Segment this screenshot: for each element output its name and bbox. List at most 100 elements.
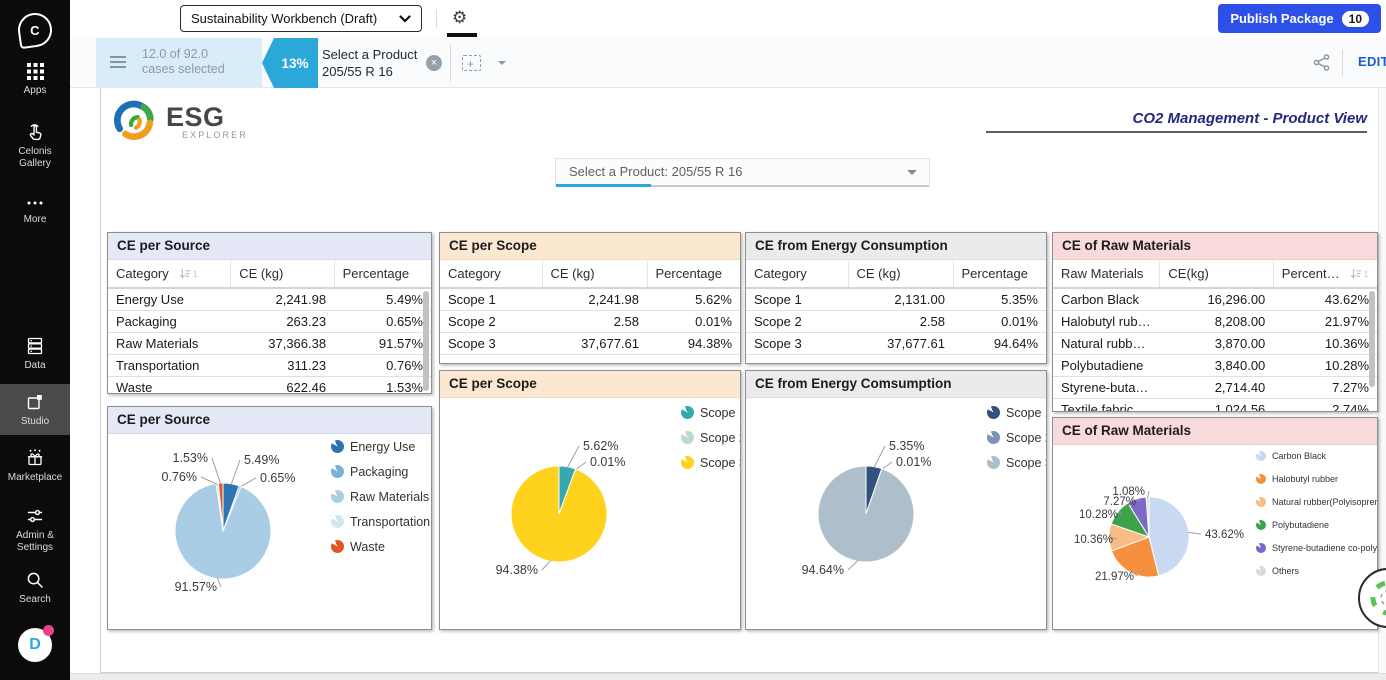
- column-header-category[interactable]: Category: [746, 259, 848, 288]
- table-scrollbar-thumb[interactable]: [1369, 291, 1375, 387]
- legend-item-raw-materials[interactable]: Raw Materials: [331, 489, 430, 504]
- column-header-category[interactable]: Category1: [108, 259, 231, 288]
- product-select-dropdown[interactable]: Select a Product: 205/55 R 16: [555, 158, 930, 186]
- selection-percentage-tag[interactable]: 13%: [262, 38, 318, 88]
- legend-item-scope-2[interactable]: Scope 2: [681, 430, 741, 445]
- table-row[interactable]: Styrene-buta…2,714.407.27%: [1053, 377, 1377, 399]
- sidebar-item-apps[interactable]: Apps: [0, 62, 70, 97]
- sidebar-item-celonis-gallery[interactable]: Celonis Gallery: [0, 122, 70, 170]
- menu-hamburger-icon[interactable]: [110, 56, 126, 71]
- page-title: CO2 Management - Product View: [986, 110, 1367, 133]
- column-header-ce-kg[interactable]: CE (kg): [848, 259, 953, 288]
- legend-label: Scope 1: [700, 406, 741, 420]
- legend-item-polybutadiene[interactable]: Polybutadiene: [1256, 519, 1378, 531]
- sort-icon: 1: [1350, 268, 1369, 280]
- row-category-cell: Energy Use: [108, 288, 231, 311]
- legend-item-packaging[interactable]: Packaging: [331, 464, 430, 479]
- column-header-ce-kg[interactable]: CE (kg): [542, 259, 647, 288]
- pie-percentage-label: 21.97%: [1095, 571, 1134, 583]
- legend-item-waste[interactable]: Waste: [331, 539, 430, 554]
- table-row[interactable]: Scope 337,677.6194.64%: [746, 333, 1046, 355]
- table-row[interactable]: Scope 22.580.01%: [440, 311, 740, 333]
- table-row[interactable]: Scope 337,677.6194.38%: [440, 333, 740, 355]
- legend-swatch-icon: [1256, 520, 1266, 530]
- panel-raw-materials-table: CE of Raw Materials Raw MaterialsCE(kg)P…: [1052, 232, 1378, 412]
- legend-item-others[interactable]: Others: [1256, 565, 1378, 577]
- row-value-cell: 2,131.00: [848, 288, 953, 311]
- legend-item-scope-3[interactable]: Scope 3: [987, 455, 1047, 470]
- sidebar-item-data[interactable]: Data: [0, 336, 70, 372]
- column-header-ce-kg[interactable]: CE (kg): [231, 259, 334, 288]
- table-row[interactable]: Waste622.461.53%: [108, 377, 431, 395]
- column-header-raw-materials[interactable]: Raw Materials: [1053, 259, 1160, 288]
- legend-item-scope-1[interactable]: Scope 1: [987, 405, 1047, 420]
- pie-label-leader: [567, 446, 579, 468]
- column-header-percentage[interactable]: Percentage: [334, 259, 431, 288]
- table-row[interactable]: Scope 12,131.005.35%: [746, 288, 1046, 311]
- legend-label: Scope 2: [700, 431, 741, 445]
- table-row[interactable]: Raw Materials37,366.3891.57%: [108, 333, 431, 355]
- legend-item-energy-use[interactable]: Energy Use: [331, 439, 430, 454]
- column-header-percentage[interactable]: Percentage: [647, 259, 740, 288]
- sidebar-item-more[interactable]: More: [0, 196, 70, 226]
- product-filter-chip[interactable]: Select a Product 205/55 R 16: [322, 46, 417, 80]
- data-table: CategoryCE (kg)PercentageScope 12,241.98…: [440, 259, 740, 355]
- row-value-cell: 311.23: [231, 355, 334, 377]
- table-row[interactable]: Transportation311.230.76%: [108, 355, 431, 377]
- pie-percentage-label: 43.62%: [1205, 529, 1244, 541]
- table-row[interactable]: Scope 12,241.985.62%: [440, 288, 740, 311]
- active-tab-indicator: [447, 33, 477, 37]
- remove-filter-icon[interactable]: ×: [426, 55, 442, 71]
- legend-item-natural-rubber-polyisoprene[interactable]: Natural rubber(Polyisoprene): [1256, 496, 1378, 508]
- column-header-percentage[interactable]: Percentage: [953, 259, 1046, 288]
- legend-item-carbon-black[interactable]: Carbon Black: [1256, 450, 1378, 462]
- legend-item-scope-3[interactable]: Scope 3: [681, 455, 741, 470]
- legend-item-scope-1[interactable]: Scope 1: [681, 405, 741, 420]
- sidebar-item-admin-settings[interactable]: Admin & Settings: [0, 506, 70, 554]
- publish-package-button[interactable]: Publish Package 10: [1218, 4, 1381, 33]
- sidebar-item-studio[interactable]: Studio: [0, 384, 70, 435]
- topbar: Sustainability Workbench (Draft) ⚙ Publi…: [70, 0, 1386, 38]
- chart-legend: Energy Use Packaging Raw Materials Transpor…: [331, 439, 430, 564]
- table-row[interactable]: Scope 22.580.01%: [746, 311, 1046, 333]
- settings-gear-icon[interactable]: ⚙: [452, 5, 467, 31]
- table-header-row: CategoryCE (kg)Percentage: [746, 259, 1046, 288]
- panel-ce-per-scope-table: CE per Scope CategoryCE (kg)PercentageSc…: [439, 232, 741, 364]
- column-header-category[interactable]: Category: [440, 259, 542, 288]
- selection-dropdown-icon[interactable]: [498, 61, 506, 69]
- legend-item-scope-2[interactable]: Scope 2: [987, 430, 1047, 445]
- celonis-logo-icon[interactable]: C: [0, 8, 70, 52]
- row-value-cell: 622.46: [231, 377, 334, 395]
- column-header-percent[interactable]: Percent…1: [1273, 259, 1377, 288]
- table-row[interactable]: Polybutadiene3,840.0010.28%: [1053, 355, 1377, 377]
- table-row[interactable]: Packaging263.230.65%: [108, 311, 431, 333]
- user-avatar[interactable]: D: [18, 628, 52, 662]
- row-value-cell: 0.65%: [334, 311, 431, 333]
- legend-label: Others: [1272, 566, 1299, 576]
- table-row[interactable]: Natural rubbe…3,870.0010.36%: [1053, 333, 1377, 355]
- marketplace-gift-icon: [25, 448, 45, 468]
- pie-label-leader: [575, 462, 586, 470]
- legend-item-styrene-butadiene-co-polymer[interactable]: Styrene-butadiene co-polymer: [1256, 542, 1378, 554]
- filter-toolbar: 12.0 of 92.0 cases selected 13% Select a…: [70, 38, 1386, 88]
- pie-slice-scope-3[interactable]: [511, 466, 607, 562]
- table-row[interactable]: Halobutyl rub…8,208.0021.97%: [1053, 311, 1377, 333]
- column-header-ce-kg[interactable]: CE(kg): [1160, 259, 1273, 288]
- workbench-selector[interactable]: Sustainability Workbench (Draft): [180, 5, 422, 32]
- pie-slice-scope-3[interactable]: [818, 466, 914, 562]
- legend-item-halobutyl-rubber[interactable]: Halobutyl rubber: [1256, 473, 1378, 485]
- share-icon[interactable]: [1312, 53, 1331, 72]
- search-icon: [25, 570, 45, 590]
- table-row[interactable]: Carbon Black16,296.0043.62%: [1053, 288, 1377, 311]
- table-scrollbar-thumb[interactable]: [423, 291, 429, 391]
- sidebar-item-search[interactable]: Search: [0, 570, 70, 606]
- row-category-cell: Styrene-buta…: [1053, 377, 1160, 399]
- panel-title: CE per Scope: [440, 233, 740, 260]
- table-row[interactable]: Energy Use2,241.985.49%: [108, 288, 431, 311]
- table-row[interactable]: Textile fabric1,024.562.74%: [1053, 399, 1377, 413]
- sidebar-item-marketplace[interactable]: Marketplace: [0, 448, 70, 484]
- add-selection-icon[interactable]: +: [462, 55, 481, 71]
- edit-button[interactable]: EDIT: [1358, 54, 1386, 69]
- horizontal-scrollbar[interactable]: [70, 673, 1386, 680]
- legend-item-transportation[interactable]: Transportation: [331, 514, 430, 529]
